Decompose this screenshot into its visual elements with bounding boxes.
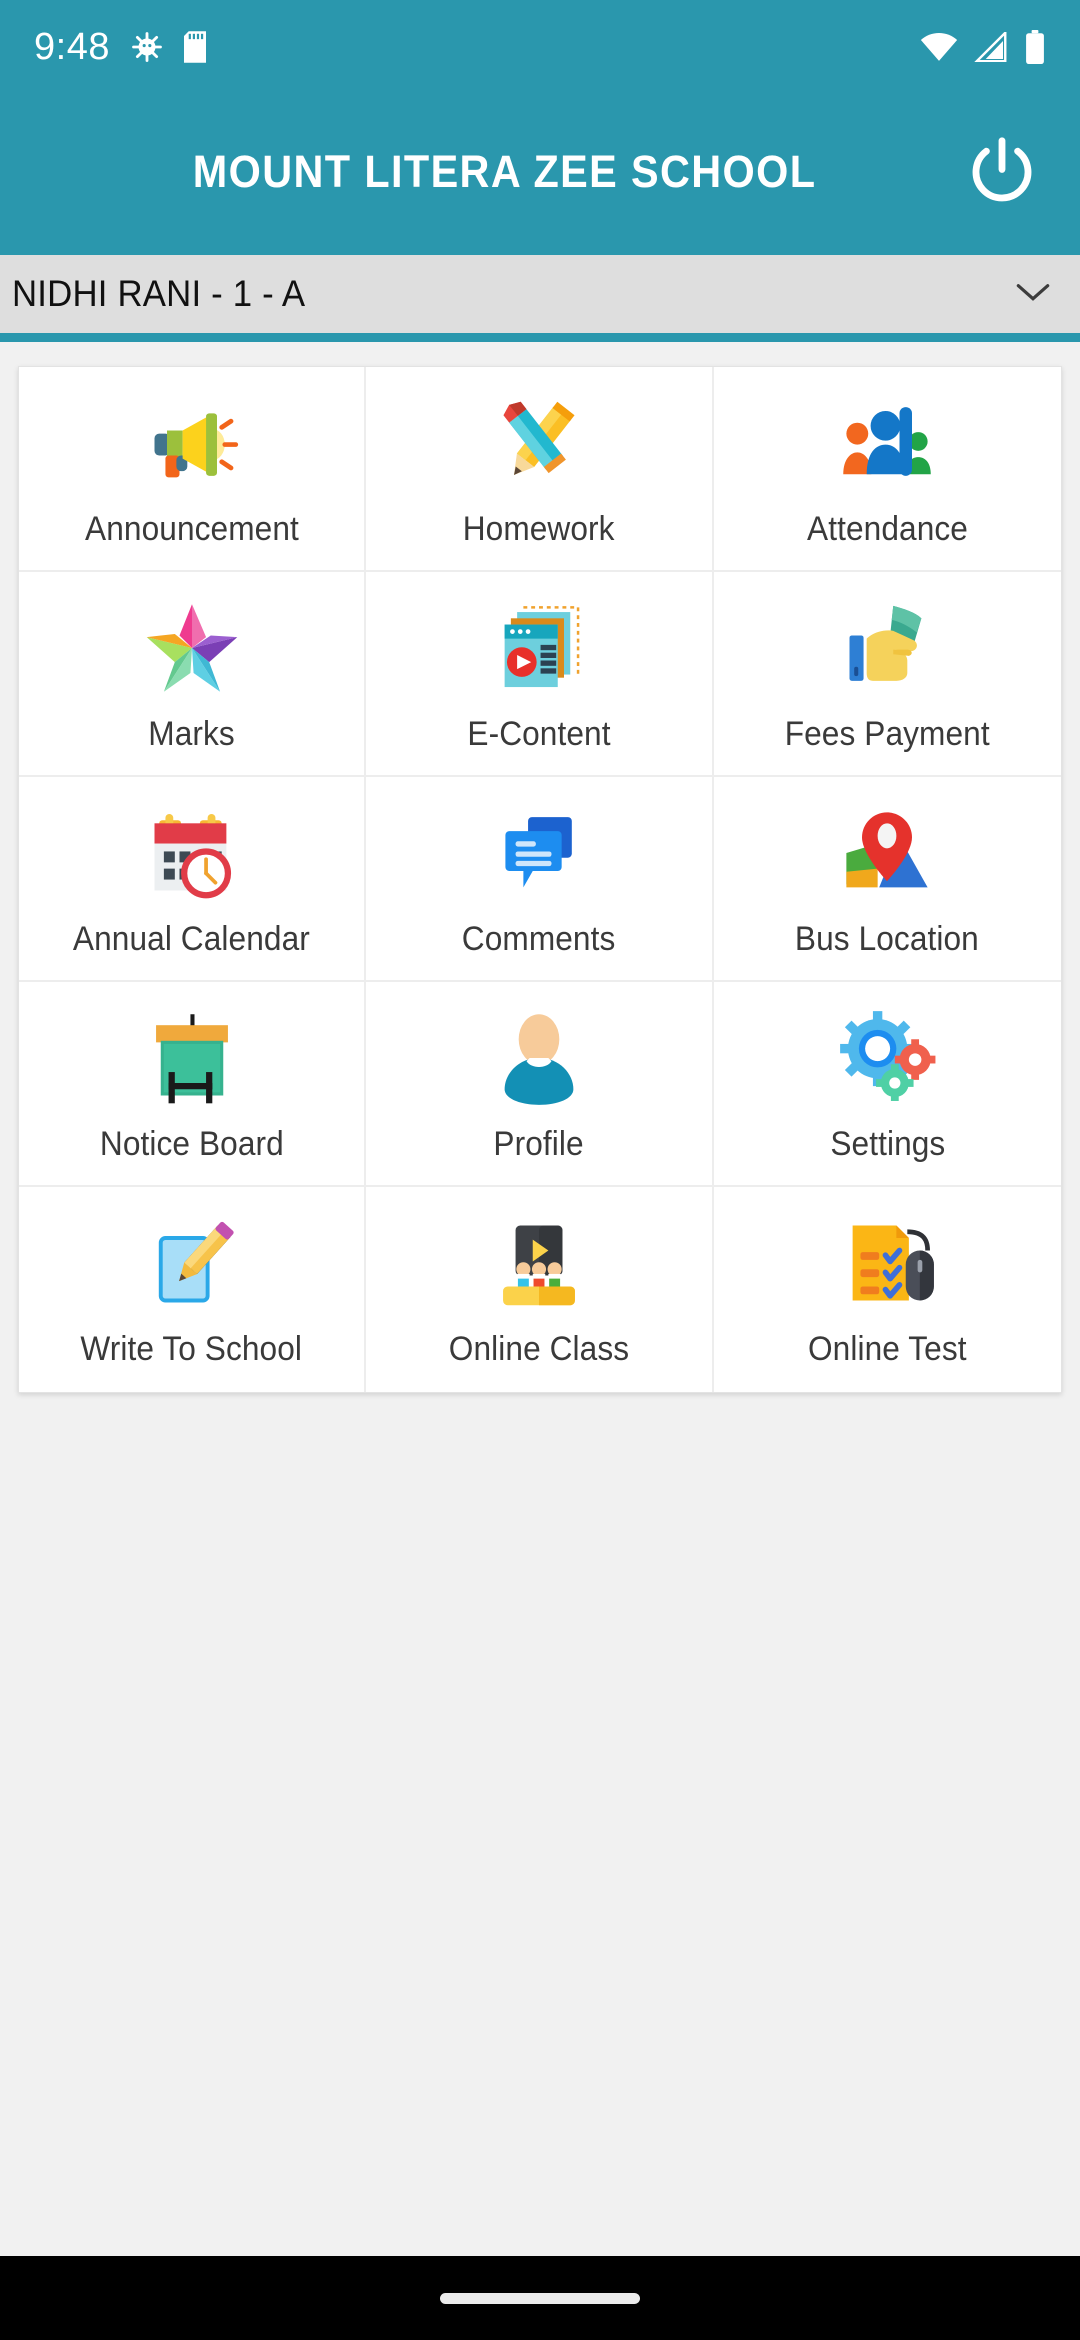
android-nav-bar: [0, 2256, 1080, 2340]
gears-icon: [830, 1000, 945, 1115]
tile-label: Notice Board: [99, 1125, 284, 1163]
tile-label: Fees Payment: [784, 715, 990, 753]
tile-label: Bus Location: [795, 920, 980, 958]
tile-label: Settings: [829, 1125, 945, 1163]
tile-homework[interactable]: Homework: [366, 367, 714, 572]
tile-label: Online Class: [448, 1330, 630, 1368]
tile-label: Profile: [493, 1125, 585, 1163]
tile-online-test[interactable]: Online Test: [713, 1187, 1061, 1392]
tile-label: Attendance: [806, 510, 968, 548]
megaphone-icon: [134, 385, 249, 500]
easel-board-icon: [134, 1000, 249, 1115]
map-pin-icon: [830, 795, 945, 910]
tile-bus-location[interactable]: Bus Location: [713, 777, 1061, 982]
tile-attendance[interactable]: Attendance: [713, 367, 1061, 572]
video-documents-icon: [481, 590, 596, 705]
student-selector-wrap: NIDHI RANI - 1 - A: [0, 250, 1080, 342]
tile-label: Comments: [462, 920, 616, 958]
tile-profile[interactable]: Profile: [366, 982, 714, 1187]
chevron-down-icon[interactable]: [1012, 279, 1054, 310]
classroom-screen-icon: [481, 1205, 596, 1320]
tile-annual-calendar[interactable]: Annual Calendar: [19, 777, 367, 982]
tile-label: Marks: [148, 715, 235, 753]
speech-bubbles-icon: [481, 795, 596, 910]
power-icon[interactable]: [954, 124, 1050, 220]
cellular-signal-icon: [974, 32, 1008, 62]
tile-settings[interactable]: Settings: [713, 982, 1061, 1187]
battery-icon: [1024, 30, 1046, 64]
status-bar-right: [920, 30, 1046, 64]
checklist-mouse-icon: [830, 1205, 945, 1320]
hand-money-card-icon: [830, 590, 945, 705]
tile-label: Write To School: [80, 1330, 303, 1368]
tile-write-to-school[interactable]: Write To School: [19, 1187, 367, 1392]
status-bar: 9:48: [0, 0, 1080, 94]
app-bar: MOUNT LITERA ZEE SCHOOL: [0, 94, 1080, 250]
person-avatar-icon: [481, 1000, 596, 1115]
people-group-icon: [830, 385, 945, 500]
dashboard-content: Announcement Homework Attendance Marks E…: [0, 342, 1080, 2340]
tile-label: Announcement: [84, 510, 299, 548]
tile-label: E-Content: [467, 715, 611, 753]
page-title: MOUNT LITERA ZEE SCHOOL: [192, 146, 817, 197]
tile-label: Online Test: [808, 1330, 967, 1368]
tile-label: Annual Calendar: [73, 920, 311, 958]
tile-e-content[interactable]: E-Content: [366, 572, 714, 777]
tile-label: Homework: [463, 510, 615, 548]
calendar-clock-icon: [134, 795, 249, 910]
tile-marks[interactable]: Marks: [19, 572, 367, 777]
tile-notice-board[interactable]: Notice Board: [19, 982, 367, 1187]
student-selector-value: NIDHI RANI - 1 - A: [12, 273, 306, 314]
tile-comments[interactable]: Comments: [366, 777, 714, 982]
menu-grid: Announcement Homework Attendance Marks E…: [18, 366, 1062, 1393]
paper-pencil-icon: [134, 1205, 249, 1320]
sd-card-icon: [183, 31, 206, 63]
status-bar-left: 9:48: [34, 28, 206, 66]
star-icon: [134, 590, 249, 705]
tile-announcement[interactable]: Announcement: [19, 367, 367, 572]
wifi-icon: [920, 32, 958, 62]
android-bug-icon: [130, 30, 164, 64]
home-indicator-pill[interactable]: [440, 2292, 640, 2304]
app-screen: 9:48 MOUNT LITERA ZEE SCHOOL NIDHI RANI …: [0, 0, 1080, 2340]
crossed-pencils-icon: [481, 385, 596, 500]
status-time: 9:48: [34, 26, 110, 68]
tile-online-class[interactable]: Online Class: [366, 1187, 714, 1392]
tile-fees-payment[interactable]: Fees Payment: [713, 572, 1061, 777]
student-selector[interactable]: NIDHI RANI - 1 - A: [0, 250, 1080, 342]
